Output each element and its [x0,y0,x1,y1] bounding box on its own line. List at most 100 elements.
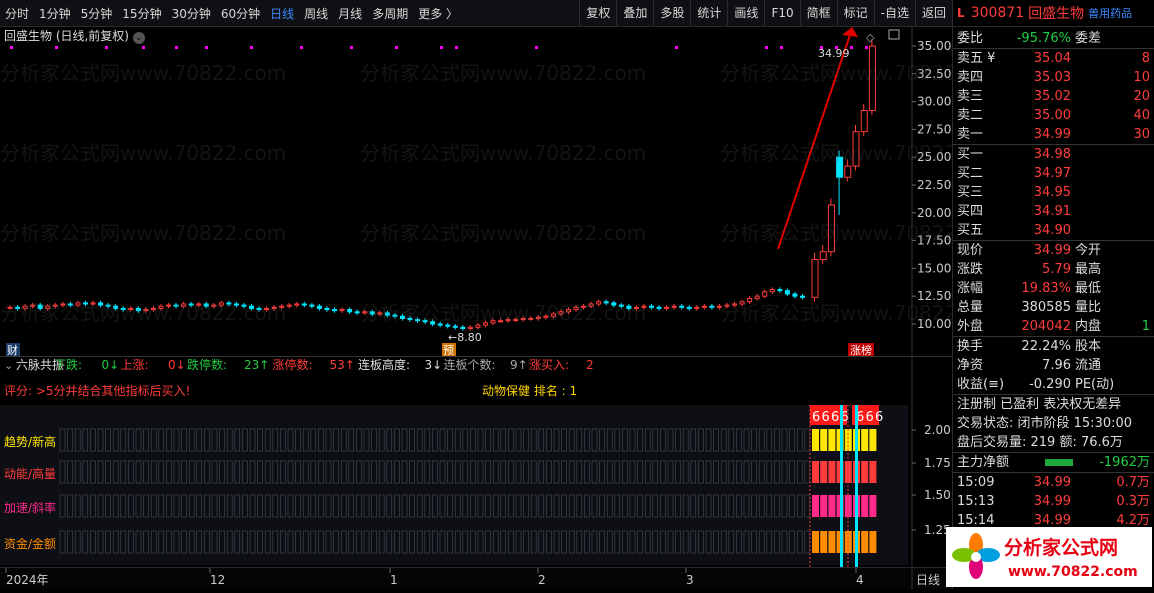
chart-area[interactable]: 回盛生物 (日线,前复权) ⌄ 35.00 32.50 30.00 27.50 25.0… [0,27,1006,567]
tool-button[interactable]: 叠加 [616,0,653,27]
ask-label: 卖四 [957,70,984,85]
ask-volume: 20 [1133,89,1150,104]
signal-dot [10,46,13,49]
candle-body [37,304,43,309]
candle-body [52,304,58,307]
candle-body [120,307,126,311]
period-tab[interactable]: 1分钟 [34,5,76,22]
signal-dot [850,46,853,49]
panel-toggle-icon[interactable] [888,29,900,40]
tool-button[interactable]: 统计 [690,0,727,27]
candle-body [792,293,798,297]
candle-body [573,306,579,311]
candle-body [490,320,496,324]
signal-dot [250,46,253,49]
candle-body [211,304,217,307]
candle-body [739,301,745,305]
candle-body [558,311,564,315]
period-tab[interactable]: 更多 〉 [413,5,463,22]
candle-body [301,303,307,306]
tool-button[interactable]: 复权 [579,0,616,27]
period-tab[interactable]: 日线 [265,5,299,22]
trend-arrow-line[interactable] [777,28,853,250]
bid-price: 34.95 [1033,185,1071,200]
candle-body [452,325,458,328]
candle-body [513,319,519,322]
chevron-down-icon[interactable]: ⌄ [4,359,13,372]
arrow-head-icon [842,27,858,37]
indicator-panel[interactable]: ⌄ 六脉共振 下跌: 0↓ 上涨: 0↓ 跌停数: 23↑ 涨停数: 53↑ 连板高度: 3… [0,357,952,567]
bid-row: 买三 34.95 [953,183,1154,202]
signal-block [844,461,852,483]
y-tick-label: 12.50 [917,289,951,303]
signal-block [820,531,828,553]
row-label: 趋势/新高 [4,434,56,449]
indicator-stat: 0↓ [168,358,186,372]
signal-block [820,461,828,483]
period-tab[interactable]: 5分钟 [76,5,118,22]
period-tab[interactable]: 15分钟 [117,5,166,22]
bid-row: 买二 34.97 [953,164,1154,183]
ask-volume: 10 [1133,70,1150,85]
candlestick-chart[interactable]: 35.00 32.50 30.00 27.50 25.00 22.50 20.00 17.50… [0,27,952,357]
candle-body [264,307,270,311]
main-net-row: 主力净额 -1962万 [957,455,1150,470]
ask-row: 卖五 ¥ 35.04 8 [953,49,1154,68]
finance-marker-text: 财 [7,343,18,357]
candles [7,39,876,331]
tool-button[interactable]: 画线 [727,0,764,27]
candle-body [158,305,164,309]
period-tab[interactable]: 分时 [0,5,34,22]
diamond-icon: ◇ [866,31,875,44]
trade-status: 交易状态: 闭市阶段 15:30:00 [957,416,1133,431]
period-label: 日线 [916,573,940,587]
y-tick-label: 35.00 [917,39,951,53]
stat-value: 19.83% [1021,281,1071,296]
tool-button[interactable]: 多股 [653,0,690,27]
signal-dot [395,46,398,49]
tool-button[interactable]: -自选 [873,0,915,27]
candle-body [324,307,330,311]
indicator-stat: 0↓ [102,358,120,372]
indicator-stat: 跌停数: [187,357,227,372]
indicator-stat: 连板高度: [358,357,410,372]
candle-body [430,321,436,325]
ask-row: 卖一 34.99 30 [953,125,1154,144]
candle-body [203,303,209,307]
tool-button[interactable]: F10 [764,0,799,27]
signal-dot [300,46,303,49]
fin-label: 流通 [1075,358,1102,373]
bid-price: 34.91 [1033,204,1071,219]
period-tab[interactable]: 周线 [299,5,333,22]
indicator-stat: 上涨: [121,357,149,372]
period-tab[interactable]: 30分钟 [167,5,216,22]
candle-body [754,295,760,299]
sector-tag[interactable]: 兽用药品 [1088,5,1132,21]
candle-body [415,319,421,322]
y-tick-label: 1.50 [924,488,951,502]
tool-button[interactable]: 返回 [914,0,952,27]
x-tick-label: 2024年 [6,573,49,587]
signal-block [820,495,828,517]
period-tab[interactable]: 60分钟 [216,5,265,22]
signal-dot [55,46,58,49]
tool-button[interactable]: 简框 [799,0,837,27]
bar [1045,459,1073,466]
fin-label: 净资 [957,358,984,373]
y-tick-label: 20.00 [917,206,951,220]
candle-body [671,305,677,308]
signal-block [812,495,819,517]
candle-body [701,305,707,308]
score-hint: 评分: >5分并结合其他指标后买入! [4,383,190,398]
stat-value: 34.99 [1033,243,1071,258]
candle-body [860,109,868,133]
tool-button[interactable]: 标记 [836,0,874,27]
period-tab[interactable]: 多周期 [367,5,413,22]
logo-text: 分析家公式网 [1004,536,1118,559]
signal-block [812,461,819,483]
candle-body [777,289,783,292]
candle-body [399,315,405,319]
high-price-label: 34.99 [818,47,850,60]
period-tab[interactable]: 月线 [333,5,367,22]
x-tick-label: 2 [538,573,546,587]
